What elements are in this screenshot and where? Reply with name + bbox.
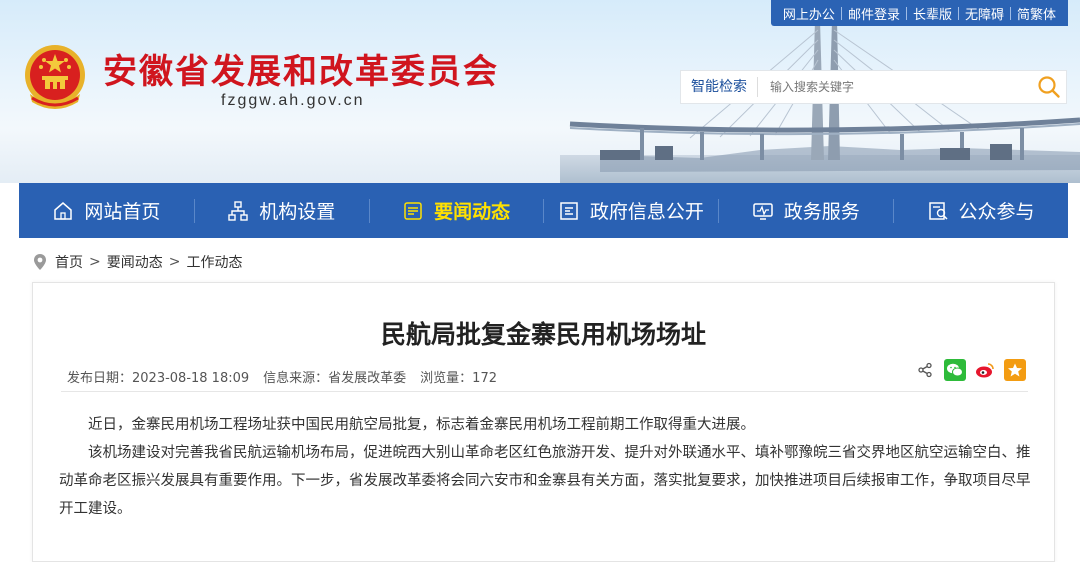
nav-label: 政府信息公开 [589,201,704,223]
nav-item-info-disclosure[interactable]: 政府信息公开 [543,183,718,238]
nav-item-home[interactable]: 网站首页 [19,183,194,238]
search-input[interactable] [758,71,1032,103]
share-icon [918,362,932,378]
nav-item-organization[interactable]: 机构设置 [193,183,369,238]
article-title: 民航局批复金寨民用机场场址 [380,320,706,349]
wechat-icon [947,363,963,377]
participation-icon [928,201,948,220]
share-bar [914,359,1026,381]
breadcrumb-separator: > [89,254,101,270]
nav-label: 政务服务 [783,201,860,223]
share-button[interactable] [914,359,936,381]
article-card: 民航局批复金寨民用机场场址 发布日期：2023-08-18 18:09 信息来源… [32,282,1055,562]
breadcrumb-separator: > [168,254,181,270]
location-pin-icon [34,254,46,270]
publish-date: 发布日期：2023-08-18 18:09 [67,371,250,386]
share-wechat-button[interactable] [944,359,966,381]
breadcrumb: 首页 > 要闻动态 > 工作动态 [33,252,242,272]
search-button[interactable] [1032,72,1066,102]
site-header: 网上办公 邮件登录 长辈版 无障碍 简繁体 安徽省发展和改革委员会 fzggw.… [0,0,1080,183]
nav-label: 公众参与 [958,201,1035,223]
meta-divider [61,391,1028,392]
service-monitor-icon [752,202,773,220]
top-link-elder-mode[interactable]: 长辈版 [907,4,958,23]
top-link-online-office[interactable]: 网上办公 [777,4,841,23]
info-disclosure-icon [560,201,578,220]
search-box: 智能检索 [680,70,1067,104]
top-link-simplified-traditional[interactable]: 简繁体 [1011,4,1062,23]
nav-label: 要闻动态 [434,201,511,223]
article-body: 近日，金寨民用机场工程场址获中国民用航空局批复，标志着金寨民用机场工程前期工作取… [59,411,1031,523]
national-emblem-logo[interactable] [20,42,90,112]
nav-item-news[interactable]: 要闻动态 [368,183,544,238]
home-icon [54,201,73,220]
breadcrumb-news[interactable]: 要闻动态 [107,252,163,272]
nav-label: 机构设置 [259,201,336,223]
smart-search-label[interactable]: 智能检索 [681,77,758,97]
favorite-button[interactable] [1004,359,1026,381]
top-link-accessibility[interactable]: 无障碍 [959,4,1010,23]
article-paragraph: 近日，金寨民用机场工程场址获中国民用航空局批复，标志着金寨民用机场工程前期工作取… [88,417,755,433]
breadcrumb-home[interactable]: 首页 [55,252,83,272]
top-link-mail-login[interactable]: 邮件登录 [842,4,906,23]
article-meta: 发布日期：2023-08-18 18:09 信息来源：省发展改革委 浏览量：17… [67,367,497,386]
view-count: 浏览量：172 [420,371,497,386]
top-links-bar: 网上办公 邮件登录 长辈版 无障碍 简繁体 [770,0,1068,26]
news-icon [404,201,422,220]
site-domain: fzggw.ah.gov.cn [221,92,365,109]
favorite-icon [1008,363,1022,377]
nav-item-participation[interactable]: 公众参与 [893,183,1068,238]
main-nav: 网站首页 机构设置 要闻动态 政府信息公开 政务服务 公众参与 [19,183,1068,238]
org-chart-icon [228,200,248,221]
article-paragraph: 该机场建设对完善我省民航运输机场布局，促进皖西大别山革命老区红色旅游开发、提升对… [59,445,1031,517]
share-weibo-button[interactable] [974,359,996,381]
breadcrumb-work-news[interactable]: 工作动态 [186,252,242,272]
search-icon [1038,76,1060,98]
info-source: 信息来源：省发展改革委 [263,371,407,386]
nav-item-services[interactable]: 政务服务 [718,183,893,238]
weibo-icon [976,363,994,378]
site-title[interactable]: 安徽省发展和改革委员会 [103,44,499,93]
nav-label: 网站首页 [84,201,161,223]
